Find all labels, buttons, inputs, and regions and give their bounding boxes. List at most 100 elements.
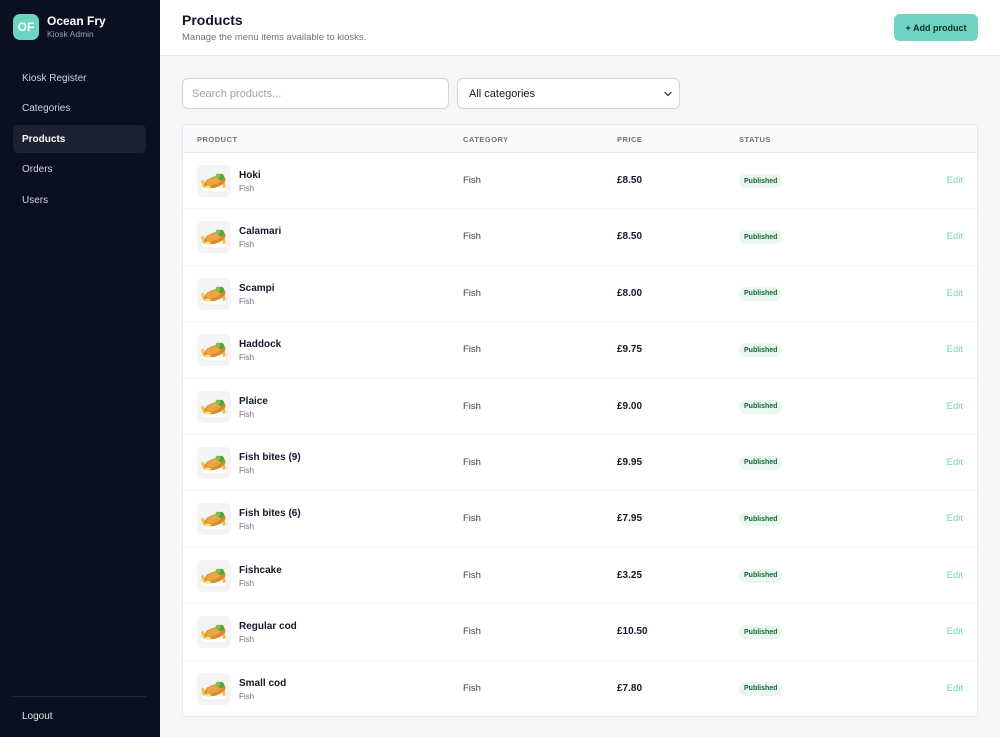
sidebar-nav: Kiosk Register Categories Products Order…	[13, 64, 146, 217]
product-category: Fish	[463, 513, 481, 525]
product-category: Fish	[463, 400, 481, 412]
product-name: Fish bites (6)	[239, 508, 301, 520]
status-badge: Published	[739, 681, 783, 696]
product-name: Regular cod	[239, 621, 297, 633]
product-price: £8.50	[617, 231, 643, 243]
product-price: £9.00	[617, 400, 643, 412]
edit-button[interactable]: Edit	[947, 401, 963, 412]
product-name: Haddock	[239, 339, 282, 351]
product-price: £9.95	[617, 456, 643, 468]
fish-and-chips-icon	[197, 559, 231, 592]
product-category: Fish	[463, 569, 481, 581]
edit-button[interactable]: Edit	[947, 683, 963, 694]
product-price: £3.25	[617, 569, 643, 581]
product-thumbnail	[197, 559, 231, 592]
table-row: Small cod Fish Fish £7.80 Published Edit	[183, 661, 977, 716]
status-badge: Published	[739, 512, 783, 527]
product-thumbnail	[197, 446, 231, 479]
brand-subtitle: Kiosk Admin	[47, 29, 94, 39]
product-category: Fish	[463, 344, 481, 356]
edit-button[interactable]: Edit	[947, 513, 963, 524]
product-subcategory: Fish	[239, 409, 255, 419]
product-name: Fish bites (9)	[239, 451, 301, 463]
product-name: Plaice	[239, 395, 268, 407]
category-select-value: All categories	[469, 87, 536, 100]
product-category: Fish	[463, 682, 481, 694]
edit-button[interactable]: Edit	[947, 175, 963, 186]
product-price: £8.00	[617, 287, 643, 299]
table-row: Fish bites (9) Fish Fish £9.95 Published…	[183, 435, 977, 492]
sidebar-divider	[13, 696, 146, 697]
fish-and-chips-icon	[197, 277, 231, 310]
edit-button[interactable]: Edit	[947, 626, 963, 637]
product-name: Fishcake	[239, 564, 282, 576]
product-name: Small cod	[239, 677, 287, 689]
product-thumbnail	[197, 390, 231, 423]
logout-button[interactable]: Logout	[22, 711, 53, 722]
fish-and-chips-icon	[197, 446, 231, 479]
column-header-status: STATUS	[739, 135, 771, 144]
product-name: Hoki	[239, 170, 261, 181]
chevron-down-icon	[664, 91, 672, 97]
table-row: Calamari Fish Fish £8.50 Published Edit	[183, 209, 977, 266]
status-badge: Published	[739, 174, 783, 188]
fish-and-chips-icon	[197, 503, 231, 536]
search-input[interactable]	[182, 78, 449, 109]
status-badge: Published	[739, 625, 783, 640]
product-subcategory: Fish	[239, 184, 255, 193]
column-header-price: PRICE	[617, 135, 643, 144]
table-body: Hoki Fish Fish £8.50 Published Edit Cala…	[183, 153, 977, 716]
product-price: £7.95	[617, 513, 643, 525]
table-row: Haddock Fish Fish £9.75 Published Edit	[183, 322, 977, 379]
status-badge: Published	[739, 399, 783, 414]
sidebar-item-products[interactable]: Products	[13, 125, 146, 154]
product-price: £10.50	[617, 626, 648, 638]
product-name: Scampi	[239, 282, 275, 294]
status-badge: Published	[739, 286, 783, 301]
product-subcategory: Fish	[239, 522, 255, 532]
product-price: £8.50	[617, 175, 643, 186]
edit-button[interactable]: Edit	[947, 344, 963, 355]
table-row: Hoki Fish Fish £8.50 Published Edit	[183, 153, 977, 210]
product-thumbnail	[197, 165, 231, 197]
table-row: Fish bites (6) Fish Fish £7.95 Published…	[183, 491, 977, 548]
edit-button[interactable]: Edit	[947, 231, 963, 242]
table-row: Scampi Fish Fish £8.00 Published Edit	[183, 266, 977, 323]
edit-button[interactable]: Edit	[947, 288, 963, 299]
brand: OF Ocean Fry Kiosk Admin	[13, 14, 106, 40]
sidebar-item-kiosk-register[interactable]: Kiosk Register	[13, 64, 146, 92]
product-category: Fish	[463, 287, 481, 299]
status-badge: Published	[739, 230, 783, 245]
column-header-category: CATEGORY	[463, 135, 509, 144]
product-thumbnail	[197, 616, 231, 649]
product-thumbnail	[197, 277, 231, 310]
product-subcategory: Fish	[239, 353, 255, 363]
product-category: Fish	[463, 231, 481, 243]
fish-and-chips-icon	[197, 221, 231, 254]
brand-name: Ocean Fry	[47, 14, 106, 28]
table-row: Plaice Fish Fish £9.00 Published Edit	[183, 379, 977, 435]
sidebar-item-categories[interactable]: Categories	[13, 95, 146, 123]
brand-logo: OF	[13, 14, 39, 40]
sidebar-item-users[interactable]: Users	[13, 186, 146, 214]
product-category: Fish	[463, 456, 481, 468]
product-subcategory: Fish	[239, 465, 255, 475]
add-product-button[interactable]: + Add product	[894, 14, 978, 41]
table-row: Fishcake Fish Fish £3.25 Published Edit	[183, 548, 977, 605]
edit-button[interactable]: Edit	[947, 570, 963, 581]
status-badge: Published	[739, 343, 783, 358]
product-subcategory: Fish	[239, 578, 255, 588]
product-subcategory: Fish	[239, 691, 255, 701]
product-category: Fish	[463, 626, 481, 638]
status-badge: Published	[739, 455, 783, 470]
sidebar-item-orders[interactable]: Orders	[13, 156, 146, 184]
product-thumbnail	[197, 672, 231, 705]
product-category: Fish	[463, 175, 481, 186]
product-thumbnail	[197, 221, 231, 254]
table-row: Regular cod Fish Fish £10.50 Published E…	[183, 604, 977, 661]
category-select[interactable]: All categories	[457, 78, 680, 109]
product-subcategory: Fish	[239, 296, 255, 306]
edit-button[interactable]: Edit	[947, 457, 963, 468]
status-badge: Published	[739, 568, 783, 583]
product-price: £7.80	[617, 682, 643, 694]
